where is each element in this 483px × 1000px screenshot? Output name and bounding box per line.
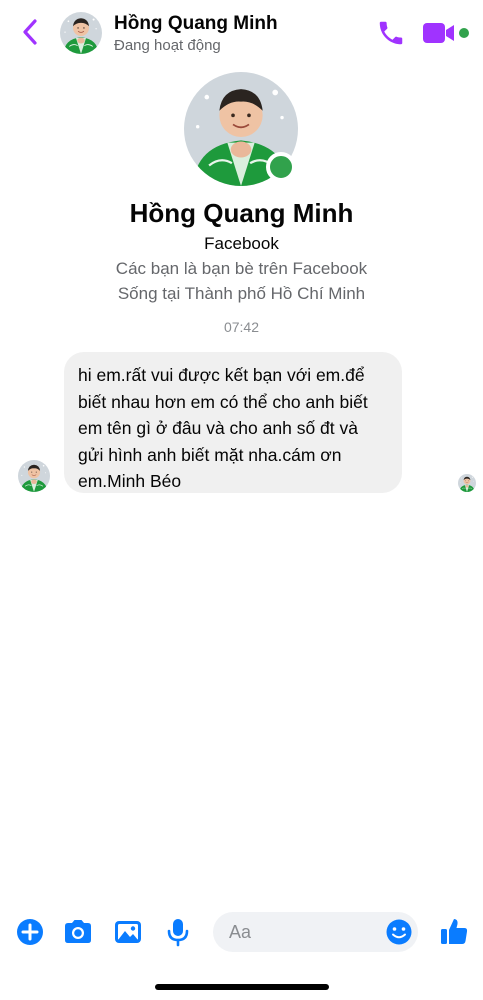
video-call-button[interactable] bbox=[422, 20, 470, 46]
message-composer bbox=[0, 900, 483, 970]
home-indicator bbox=[155, 984, 329, 990]
message-input-container bbox=[213, 912, 418, 952]
profile-network: Facebook bbox=[204, 234, 279, 253]
emoji-button[interactable] bbox=[385, 918, 413, 946]
thumbs-up-icon bbox=[441, 919, 468, 944]
message-bubble[interactable]: hi em.rất vui được kết bạn với em.để biế… bbox=[64, 352, 402, 493]
contact-name[interactable]: Hồng Quang Minh bbox=[114, 13, 278, 35]
image-icon bbox=[115, 921, 141, 943]
contact-avatar[interactable] bbox=[60, 12, 102, 54]
profile-location: Sống tại Thành phố Hồ Chí Minh bbox=[117, 284, 366, 303]
video-camera-icon bbox=[423, 23, 469, 43]
smiley-icon bbox=[386, 919, 412, 945]
camera-button[interactable] bbox=[62, 916, 94, 948]
gallery-button[interactable] bbox=[112, 916, 144, 948]
chat-header: Hồng Quang Minh Đang hoạt động bbox=[0, 0, 483, 64]
message-input[interactable] bbox=[229, 912, 379, 952]
chevron-left-icon bbox=[23, 19, 37, 45]
back-button[interactable] bbox=[16, 16, 44, 48]
profile-friendship: Các bạn là bạn bè trên Facebook bbox=[115, 259, 368, 278]
messenger-chat-screen: Hồng Quang Minh Đang hoạt động Hồng Quan… bbox=[0, 0, 483, 1000]
camera-icon bbox=[65, 920, 91, 943]
sender-avatar[interactable] bbox=[18, 460, 50, 492]
microphone-icon bbox=[167, 919, 189, 947]
voice-message-button[interactable] bbox=[162, 916, 194, 948]
like-button[interactable] bbox=[437, 914, 471, 948]
more-actions-button[interactable] bbox=[14, 916, 46, 948]
plus-circle-icon bbox=[17, 919, 43, 945]
profile-name: Hồng Quang Minh bbox=[129, 198, 354, 228]
audio-call-button[interactable] bbox=[376, 18, 406, 48]
phone-icon bbox=[379, 21, 403, 45]
message-timestamp: 07:42 bbox=[223, 319, 260, 335]
active-status: Đang hoạt động bbox=[114, 37, 221, 54]
online-indicator bbox=[266, 152, 296, 182]
seen-receipt-avatar bbox=[458, 474, 476, 492]
